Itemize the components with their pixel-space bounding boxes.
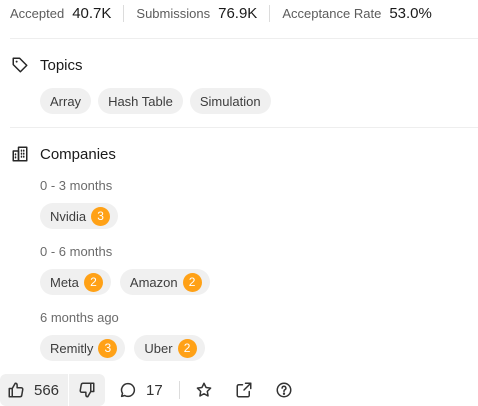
frequency-badge: 3 <box>98 338 118 358</box>
vote-group: 566 <box>0 374 106 406</box>
comments-button[interactable]: 17 <box>119 381 163 399</box>
action-bar: 566 17 <box>0 374 293 406</box>
star-icon <box>196 382 212 397</box>
stat-value: 76.9K <box>218 4 258 22</box>
frequency-badge: 3 <box>91 206 111 226</box>
company-chips: Remitly 3 Uber 2 <box>40 335 205 361</box>
frequency-badge: 2 <box>182 272 202 292</box>
company-chip-amazon[interactable]: Amazon 2 <box>119 269 210 295</box>
companies-header[interactable]: Companies <box>11 145 116 163</box>
company-chip-uber[interactable]: Uber 2 <box>134 335 205 361</box>
building-icon <box>12 146 28 162</box>
tag-icon <box>12 57 28 73</box>
topic-chip-array[interactable]: Array <box>40 88 92 114</box>
comment-count: 17 <box>146 381 163 399</box>
stats-row: Accepted 40.7K Submissions 76.9K Accepta… <box>10 4 432 22</box>
like-count: 566 <box>34 381 60 399</box>
company-chips: Meta 2 Amazon 2 <box>40 269 210 295</box>
topic-chip-hash-table[interactable]: Hash Table <box>98 88 183 114</box>
stat-acceptance-rate: Acceptance Rate 53.0% <box>282 5 432 22</box>
comment-icon <box>120 382 136 398</box>
thumbs-up-icon <box>8 382 24 398</box>
dislike-button[interactable] <box>69 374 105 406</box>
divider <box>123 4 125 22</box>
stat-label: Acceptance Rate <box>282 5 382 21</box>
topics-title: Topics <box>40 56 83 74</box>
stat-value: 53.0% <box>389 4 432 22</box>
topic-chips: Array Hash Table Simulation <box>40 88 271 114</box>
topic-chip-simulation[interactable]: Simulation <box>189 88 271 114</box>
company-period-label: 0 - 6 months <box>40 244 113 259</box>
company-name: Amazon <box>129 274 178 290</box>
topics-header[interactable]: Topics <box>11 56 83 74</box>
external-link-icon <box>236 382 252 398</box>
company-chip-meta[interactable]: Meta 2 <box>40 269 111 295</box>
companies-title: Companies <box>40 145 116 163</box>
stat-value: 40.7K <box>72 4 112 22</box>
section-divider <box>10 127 478 128</box>
stat-accepted: Accepted 40.7K <box>10 5 111 22</box>
company-name: Uber <box>144 340 173 356</box>
company-chip-remitly[interactable]: Remitly 3 <box>40 335 126 361</box>
share-button[interactable] <box>235 381 253 399</box>
like-button[interactable]: 566 <box>0 374 68 406</box>
question-circle-icon <box>276 382 292 398</box>
frequency-badge: 2 <box>177 338 197 358</box>
company-period-label: 0 - 3 months <box>40 178 113 193</box>
frequency-badge: 2 <box>83 272 103 292</box>
stat-label: Accepted <box>10 5 65 21</box>
stat-submissions: Submissions 76.9K <box>136 5 257 22</box>
company-chip-nvidia[interactable]: Nvidia 3 <box>40 203 119 229</box>
divider <box>269 4 271 22</box>
thumbs-down-icon <box>79 382 95 398</box>
company-name: Remitly <box>50 340 94 356</box>
company-period-label: 6 months ago <box>40 310 119 325</box>
company-chips: Nvidia 3 <box>40 203 119 229</box>
divider <box>178 381 180 399</box>
company-name: Nvidia <box>50 208 87 224</box>
help-button[interactable] <box>275 381 293 399</box>
favorite-button[interactable] <box>195 381 213 399</box>
section-divider <box>10 38 478 39</box>
stat-label: Submissions <box>136 5 211 21</box>
company-name: Meta <box>50 274 79 290</box>
